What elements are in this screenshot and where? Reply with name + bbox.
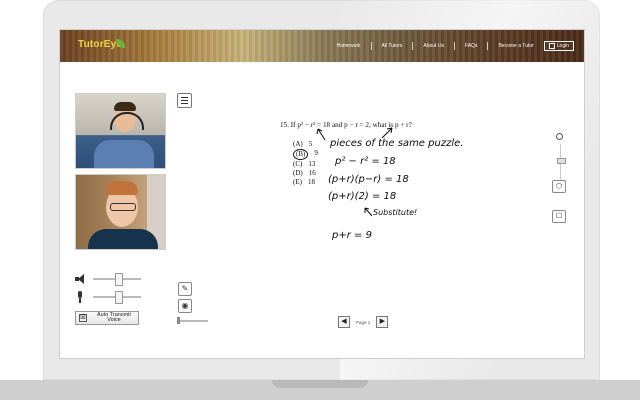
choice-e: (E) 18 (293, 178, 318, 187)
video-hair (114, 102, 136, 111)
arrow-substitute (364, 207, 373, 217)
glasses-icon (110, 203, 136, 211)
student-video (75, 174, 166, 250)
palette-tool-button[interactable]: ◉ (178, 299, 192, 313)
answer-choices: (A) 5 (B) 9 (C) 13 (D) 16 (E) 18 (293, 140, 318, 187)
mic-volume-row (75, 290, 141, 304)
nav-become-tutor[interactable]: Become a Tutor (498, 43, 533, 49)
page-label[interactable]: Page 1 (356, 320, 370, 325)
nav-all-tutors[interactable]: All Tutors (382, 43, 403, 49)
choice-value: 18 (307, 178, 315, 186)
prev-page-button[interactable]: ◀ (338, 316, 350, 328)
speaker-icon (75, 274, 85, 284)
chat-button[interactable]: ☐ (552, 210, 566, 223)
handwriting-line-4: (p+r)(2) = 18 (328, 191, 397, 202)
pencil-icon: ✎ (181, 284, 189, 293)
speaker-volume-slider[interactable] (115, 273, 123, 286)
nav-about-us[interactable]: About Us (423, 43, 444, 49)
choice-value: 9 (314, 149, 318, 157)
menu-button[interactable] (177, 93, 192, 108)
choice-value: 5 (308, 140, 313, 148)
shape-icon: ⬡ (555, 183, 563, 190)
mic-volume-slider[interactable] (115, 291, 123, 304)
app-screen: TutorEye Homework All Tutors About Us FA… (60, 30, 584, 358)
shape-tool-button[interactable]: ⬡ (552, 180, 566, 193)
choice-label: (A) (293, 140, 303, 148)
choice-label: (B) (293, 149, 309, 160)
nav-separator (412, 42, 414, 50)
zoom-icon (556, 133, 563, 140)
nav-separator (370, 42, 372, 50)
laptop-notch (272, 380, 368, 388)
auto-transmit-label: Auto Transmit Voice (96, 312, 131, 323)
chat-icon: ☐ (555, 213, 563, 220)
handwriting-line-2: p² − r² = 18 (335, 156, 396, 167)
nav-separator (453, 42, 455, 50)
stroke-width-slider[interactable] (177, 317, 180, 324)
handwriting-line-5: Substitute! (373, 208, 418, 217)
choice-b: (B) 9 (293, 149, 318, 160)
top-navbar: TutorEye Homework All Tutors About Us FA… (60, 30, 584, 62)
menu-icon (181, 100, 188, 101)
video-hair (106, 181, 138, 195)
zoom-track[interactable] (560, 144, 561, 184)
choice-label: (C) (293, 160, 303, 168)
nav-separator (487, 42, 489, 50)
stroke-width-track[interactable] (178, 320, 208, 322)
choice-value: 13 (308, 160, 316, 168)
choice-label: (E) (293, 178, 302, 186)
nav-homework[interactable]: Homework (337, 43, 361, 49)
palette-icon: ◉ (181, 301, 189, 310)
menu-icon (181, 97, 188, 98)
choice-d: (D) 16 (293, 169, 318, 178)
tutor-video (75, 93, 166, 169)
problem-statement: 15. If p² − r² = 18 and p − r = 2, what … (280, 121, 412, 129)
arrow-right (381, 127, 393, 139)
handwriting-line-6: p+r = 9 (332, 230, 372, 241)
login-button[interactable]: Login (543, 41, 574, 51)
zoom-slider[interactable] (557, 158, 566, 164)
handwriting-line-3: (p+r)(p−r) = 18 (328, 174, 409, 185)
login-label: Login (556, 43, 569, 49)
speaker-volume-row (75, 272, 141, 286)
pencil-tool-button[interactable]: ✎ (178, 282, 192, 296)
main-nav: Homework All Tutors About Us FAQs Become… (337, 41, 574, 51)
lock-icon (548, 43, 555, 49)
next-page-button[interactable]: ▶ (376, 316, 389, 328)
video-shirt (94, 140, 154, 168)
choice-value: 16 (308, 169, 316, 177)
auto-transmit-voice-button[interactable]: ☒ Auto Transmit Voice (75, 311, 139, 325)
choice-c: (C) 13 (293, 160, 318, 169)
auto-transmit-checkbox[interactable]: ☒ (79, 314, 87, 322)
menu-icon (181, 103, 188, 104)
arrow-left (316, 128, 326, 141)
choice-label: (D) (293, 169, 303, 177)
nav-faqs[interactable]: FAQs (465, 43, 478, 49)
headset-icon (110, 112, 144, 130)
page-navigator: ◀ Page 1 ▶ (338, 316, 389, 328)
mic-icon (75, 291, 85, 303)
handwriting-line-1: pieces of the same puzzle. (330, 138, 464, 149)
video-shirt (88, 229, 158, 249)
choice-a: (A) 5 (293, 140, 318, 149)
